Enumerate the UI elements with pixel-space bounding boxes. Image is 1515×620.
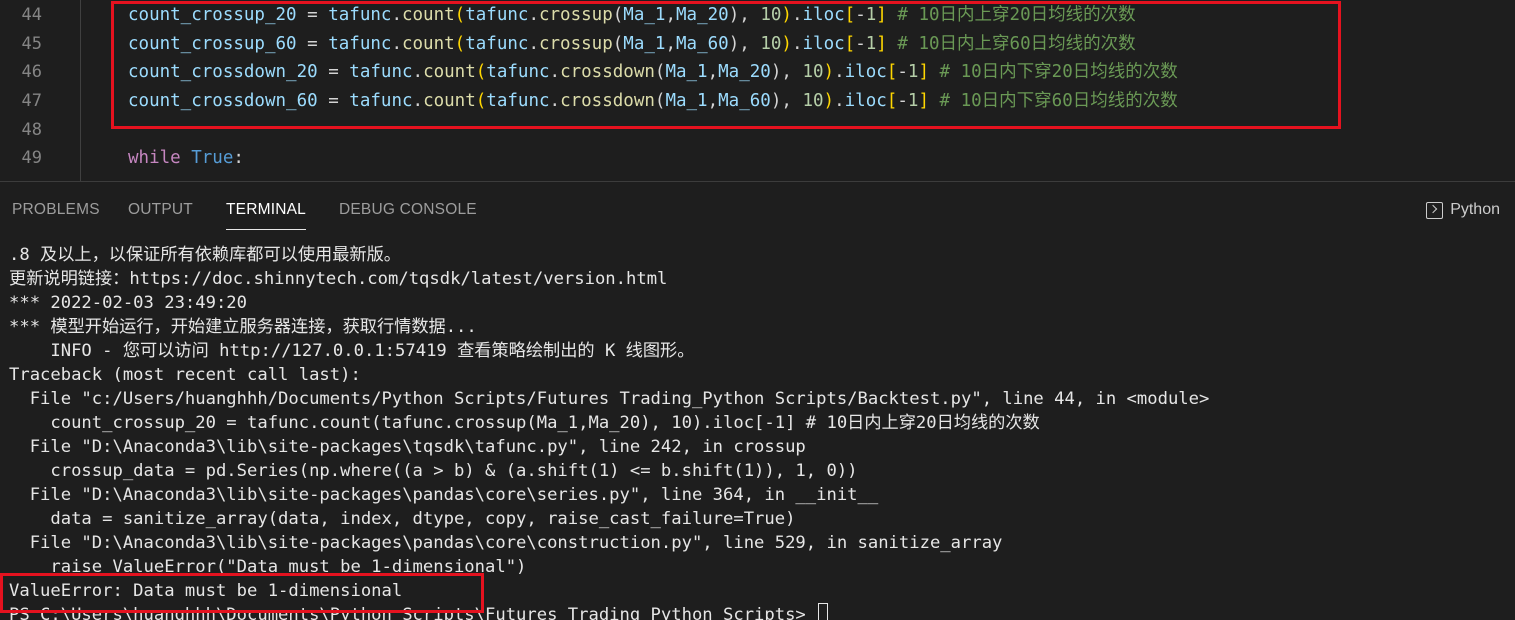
line-number: 46	[21, 62, 42, 82]
line-number: 49	[21, 148, 42, 168]
indent-guide	[80, 0, 81, 181]
terminal-type-label: Python	[1450, 201, 1500, 218]
terminal-line: File "D:\Anaconda3\lib\site-packages\tqs…	[9, 437, 806, 457]
terminal-cursor	[818, 603, 829, 620]
tab-problems[interactable]: PROBLEMS	[12, 199, 100, 229]
code-line[interactable]: count_crossdown_60 = tafunc.count(tafunc…	[128, 87, 1178, 116]
terminal-prompt[interactable]: PS C:\Users\huanghhh\Documents\Python Sc…	[9, 603, 829, 620]
tab-output[interactable]: OUTPUT	[128, 199, 193, 229]
terminal-line: .8 及以上，以保证所有依赖库都可以使用最新版。	[9, 245, 401, 265]
terminal-line: count_crossup_20 = tafunc.count(tafunc.c…	[9, 413, 1040, 433]
line-number-gutter: 44 45 46 47 48 49	[0, 0, 80, 181]
terminal-icon	[1426, 201, 1444, 219]
code-line[interactable]: count_crossdown_20 = tafunc.count(tafunc…	[128, 58, 1178, 87]
prompt-text: PS C:\Users\huanghhh\Documents\Python Sc…	[9, 605, 817, 620]
bottom-panel: PROBLEMS OUTPUT TERMINAL DEBUG CONSOLE P…	[0, 181, 1515, 620]
line-number: 45	[21, 34, 42, 54]
code-line[interactable]: count_crossup_20 = tafunc.count(tafunc.c…	[128, 1, 1136, 30]
line-number: 48	[21, 120, 42, 140]
terminal-output[interactable]: .8 及以上，以保证所有依赖库都可以使用最新版。 更新说明链接：https://…	[0, 243, 1515, 620]
code-line[interactable]: while True:	[128, 144, 244, 173]
line-number: 44	[21, 5, 42, 25]
terminal-line: crossup_data = pd.Series(np.where((a > b…	[9, 461, 858, 481]
panel-tabs: PROBLEMS OUTPUT TERMINAL DEBUG CONSOLE P…	[0, 182, 1515, 234]
code-editor[interactable]: 44 45 46 47 48 49 count_crossup_20 = taf…	[0, 0, 1515, 181]
terminal-line: File "c:/Users/huanghhh/Documents/Python…	[9, 389, 1210, 409]
terminal-line: raise ValueError("Data must be 1-dimensi…	[9, 557, 527, 577]
tab-terminal[interactable]: TERMINAL	[226, 199, 306, 230]
terminal-line: *** 模型开始运行，开始建立服务器连接，获取行情数据...	[9, 317, 477, 337]
terminal-line: Traceback (most recent call last):	[9, 365, 361, 385]
terminal-line: File "D:\Anaconda3\lib\site-packages\pan…	[9, 485, 879, 505]
terminal-line: data = sanitize_array(data, index, dtype…	[9, 509, 796, 529]
code-line[interactable]: count_crossup_60 = tafunc.count(tafunc.c…	[128, 30, 1136, 59]
error-message: ValueError: Data must be 1-dimensional	[9, 581, 403, 601]
terminal-type-selector[interactable]: Python	[1426, 198, 1500, 222]
terminal-line: *** 2022-02-03 23:49:20	[9, 293, 247, 313]
tab-debug-console[interactable]: DEBUG CONSOLE	[339, 199, 477, 229]
terminal-line: INFO - 您可以访问 http://127.0.0.1:57419 查看策略…	[9, 341, 695, 361]
terminal-line: File "D:\Anaconda3\lib\site-packages\pan…	[9, 533, 1003, 553]
line-number: 47	[21, 91, 42, 111]
terminal-line: 更新说明链接：https://doc.shinnytech.com/tqsdk/…	[9, 269, 668, 289]
